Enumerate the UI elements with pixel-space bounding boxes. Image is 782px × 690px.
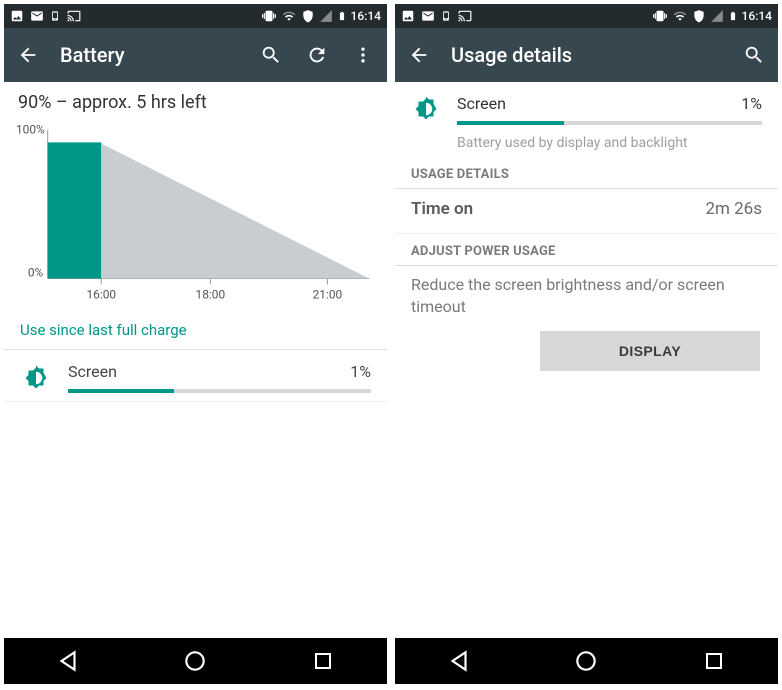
nav-back[interactable] xyxy=(439,641,479,681)
display-button[interactable]: DISPLAY xyxy=(540,331,760,371)
item-value: 1% xyxy=(350,362,371,381)
cast-icon xyxy=(66,9,82,23)
content-area: Screen 1% Battery used by display and ba… xyxy=(395,82,778,638)
image-icon xyxy=(401,9,415,23)
status-time: 16:14 xyxy=(742,9,772,23)
wifi-icon xyxy=(672,9,688,23)
row-time-on: Time on 2m 26s xyxy=(395,189,778,234)
list-item-screen[interactable]: Screen 1% xyxy=(4,350,387,402)
cast-icon xyxy=(457,9,473,23)
search-button[interactable] xyxy=(740,41,768,69)
item-label: Screen xyxy=(68,362,117,381)
battery-chart[interactable]: 100% 0% 16:00 18:00 21:00 xyxy=(4,117,387,309)
y-top-label: 100% xyxy=(16,123,45,137)
nav-home[interactable] xyxy=(175,641,215,681)
nav-recent[interactable] xyxy=(694,641,734,681)
data-icon xyxy=(301,9,315,23)
signal-icon xyxy=(319,9,333,23)
phone-right: 16:14 Usage details Screen 1% xyxy=(395,4,778,684)
svg-text:18:00: 18:00 xyxy=(196,287,226,301)
overflow-button[interactable] xyxy=(349,41,377,69)
adjust-hint: Reduce the screen brightness and/or scre… xyxy=(395,266,778,331)
gmail-icon xyxy=(421,9,435,23)
image-icon xyxy=(10,9,24,23)
detail-desc: Battery used by display and backlight xyxy=(457,135,762,151)
use-since-charge-link[interactable]: Use since last full charge xyxy=(4,309,387,350)
status-bar: 16:14 xyxy=(395,4,778,28)
vibrate-icon xyxy=(652,9,668,23)
nav-home[interactable] xyxy=(566,641,606,681)
page-title: Usage details xyxy=(451,43,722,67)
nav-recent[interactable] xyxy=(303,641,343,681)
status-time: 16:14 xyxy=(351,9,381,23)
page-title: Battery xyxy=(60,43,239,67)
search-button[interactable] xyxy=(257,41,285,69)
svg-text:16:00: 16:00 xyxy=(86,287,116,301)
app-bar: Battery xyxy=(4,28,387,82)
svg-text:21:00: 21:00 xyxy=(313,287,343,301)
wifi-icon xyxy=(281,9,297,23)
data-icon xyxy=(692,9,706,23)
navigation-bar xyxy=(395,638,778,684)
time-on-label: Time on xyxy=(411,199,473,219)
battery-summary: 90% – approx. 5 hrs left xyxy=(4,82,387,117)
brightness-icon xyxy=(411,94,441,124)
detail-progress xyxy=(457,121,762,125)
back-button[interactable] xyxy=(14,41,42,69)
detail-item-screen: Screen 1% Battery used by display and ba… xyxy=(395,82,778,157)
phone-icon xyxy=(50,9,60,23)
detail-value: 1% xyxy=(741,94,762,113)
brightness-icon xyxy=(21,363,51,393)
vibrate-icon xyxy=(261,9,277,23)
refresh-button[interactable] xyxy=(303,41,331,69)
detail-label: Screen xyxy=(457,94,506,113)
section-adjust-power: ADJUST POWER USAGE xyxy=(395,234,778,266)
nav-back[interactable] xyxy=(48,641,88,681)
phone-icon xyxy=(441,9,451,23)
status-bar: 16:14 xyxy=(4,4,387,28)
item-progress xyxy=(68,389,371,393)
gmail-icon xyxy=(30,9,44,23)
phone-left: 16:14 Battery 90% – approx. 5 hrs left 1… xyxy=(4,4,387,684)
content-area: 90% – approx. 5 hrs left 100% 0% 16:0 xyxy=(4,82,387,638)
app-bar: Usage details xyxy=(395,28,778,82)
signal-icon xyxy=(710,9,724,23)
battery-icon xyxy=(337,9,347,23)
time-on-value: 2m 26s xyxy=(705,199,762,219)
navigation-bar xyxy=(4,638,387,684)
y-bottom-label: 0% xyxy=(28,265,44,279)
back-button[interactable] xyxy=(405,41,433,69)
section-usage-details: USAGE DETAILS xyxy=(395,157,778,189)
battery-icon xyxy=(728,9,738,23)
